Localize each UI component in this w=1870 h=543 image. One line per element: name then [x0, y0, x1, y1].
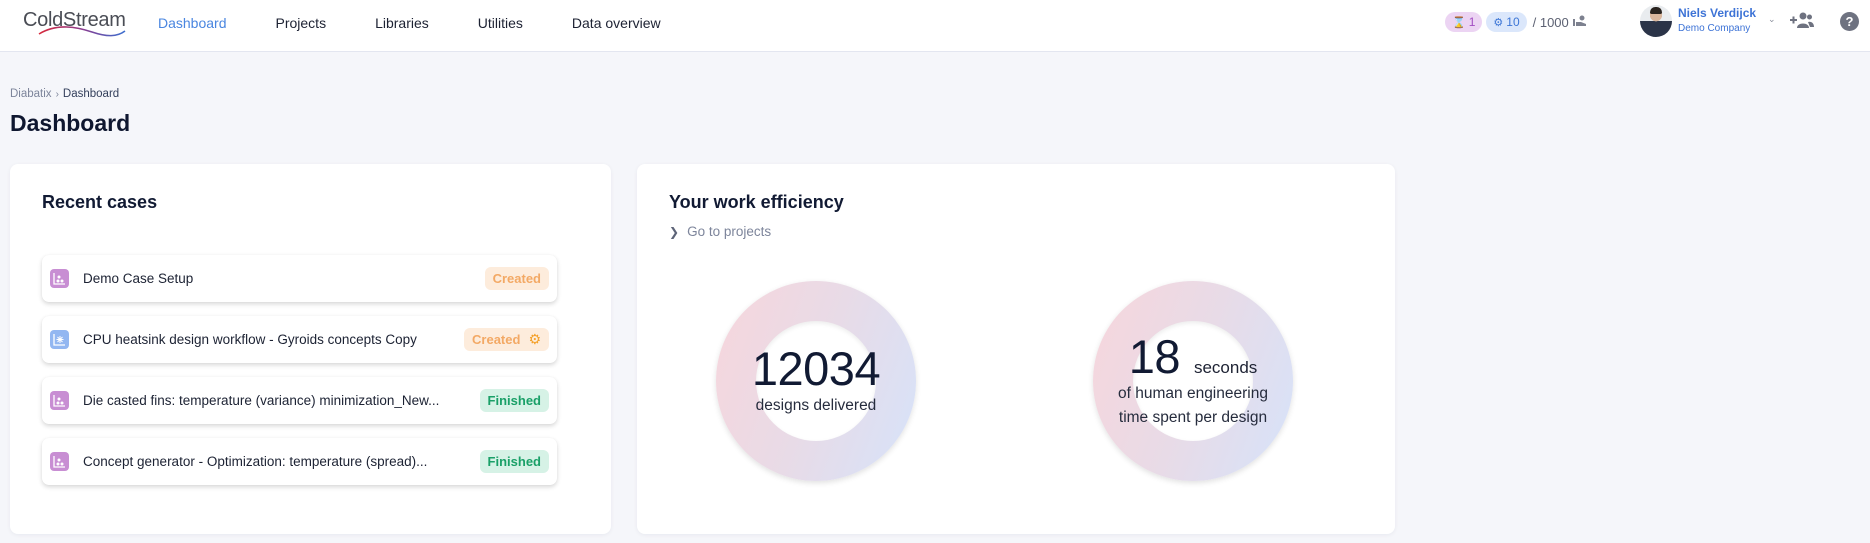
chevron-right-icon: › — [55, 88, 59, 100]
scatter-chart-icon — [50, 452, 69, 471]
time-label-line1: of human engineering — [1118, 385, 1268, 402]
chevron-right-icon: ❯ — [669, 224, 680, 239]
running-jobs-badge[interactable]: ⚙ 10 — [1486, 12, 1527, 32]
queued-count: 1 — [1468, 15, 1476, 29]
case-name: Concept generator - Optimization: temper… — [83, 454, 428, 469]
recent-cases-list: Demo Case Setup Created CPU heatsink des… — [42, 255, 557, 499]
logo-wave-icon — [38, 26, 126, 37]
breadcrumb-root[interactable]: Diabatix — [10, 88, 52, 100]
work-efficiency-card: Your work efficiency ❯ Go to projects 12… — [637, 164, 1395, 534]
designs-delivered-label: designs delivered — [755, 397, 877, 414]
top-header: ColdStream Dashboard Projects Libraries … — [0, 0, 1870, 52]
scatter-chart-icon — [50, 391, 69, 410]
hand-credits-icon — [1572, 15, 1587, 30]
user-menu[interactable]: Niels Verdijck Demo Company ⌄ — [1640, 5, 1776, 37]
list-item[interactable]: CPU heatsink design workflow - Gyroids c… — [42, 316, 557, 363]
time-per-design-donut: 18 seconds of human engineering time spe… — [1093, 281, 1293, 481]
quota-total: / 1000 — [1532, 14, 1569, 30]
help-icon[interactable]: ? — [1840, 12, 1859, 31]
list-item[interactable]: Die casted fins: temperature (variance) … — [42, 377, 557, 424]
case-name: CPU heatsink design workflow - Gyroids c… — [83, 332, 417, 347]
nav-libraries[interactable]: Libraries — [375, 14, 429, 32]
scatter-chart-icon — [50, 269, 69, 288]
designs-delivered-donut: 12034 designs delivered — [716, 281, 916, 481]
case-name: Demo Case Setup — [83, 271, 194, 286]
hourglass-icon: ⌛ — [1452, 16, 1466, 29]
running-count: 10 — [1506, 15, 1520, 29]
nav-utilities[interactable]: Utilities — [478, 14, 523, 32]
status-badge: Created ⚙ — [464, 328, 549, 351]
designs-delivered-value: 12034 — [751, 342, 881, 395]
case-name: Die casted fins: temperature (variance) … — [83, 393, 440, 408]
main-nav: Dashboard Projects Libraries Utilities D… — [158, 14, 710, 32]
user-name: Niels Verdijck — [1678, 6, 1757, 20]
go-to-projects-label: Go to projects — [687, 224, 772, 239]
chevron-down-icon: ⌄ — [1768, 13, 1776, 24]
queued-jobs-badge[interactable]: ⌛ 1 — [1445, 12, 1483, 32]
recent-cases-title: Recent cases — [42, 192, 158, 212]
recent-cases-card: Recent cases Demo Case Setup Created CPU… — [10, 164, 611, 534]
status-text: Finished — [487, 393, 541, 408]
breadcrumb: Diabatix › Dashboard — [10, 88, 119, 100]
status-text: Created — [472, 332, 521, 347]
nav-data-overview[interactable]: Data overview — [572, 14, 661, 32]
go-to-projects-link[interactable]: ❯ Go to projects — [669, 224, 771, 239]
page-title: Dashboard — [10, 110, 131, 136]
snowflake-chart-icon — [50, 330, 69, 349]
nav-projects[interactable]: Projects — [276, 14, 327, 32]
status-text: Created — [492, 271, 541, 286]
breadcrumb-current: Dashboard — [62, 88, 120, 100]
add-users-icon[interactable] — [1790, 12, 1814, 33]
avatar — [1640, 5, 1672, 37]
gears-icon: ⚙ — [1493, 16, 1504, 29]
time-label-line2: time spent per design — [1118, 409, 1268, 426]
user-company: Demo Company — [1678, 23, 1751, 34]
job-status-area: ⌛ 1 ⚙ 10 / 1000 — [1445, 11, 1587, 33]
nav-dashboard[interactable]: Dashboard — [158, 14, 227, 32]
list-item[interactable]: Demo Case Setup Created — [42, 255, 557, 302]
status-badge: Created — [484, 267, 549, 290]
list-item[interactable]: Concept generator - Optimization: temper… — [42, 438, 557, 485]
time-unit: seconds — [1193, 358, 1258, 377]
status-badge: Finished — [479, 450, 549, 473]
time-per-design-value: 18 — [1128, 330, 1181, 383]
status-text: Finished — [487, 454, 541, 469]
status-badge: Finished — [479, 389, 549, 412]
gear-check-icon: ⚙ — [528, 331, 541, 347]
efficiency-title: Your work efficiency — [669, 192, 844, 212]
coldstream-logo[interactable]: ColdStream — [23, 9, 126, 39]
